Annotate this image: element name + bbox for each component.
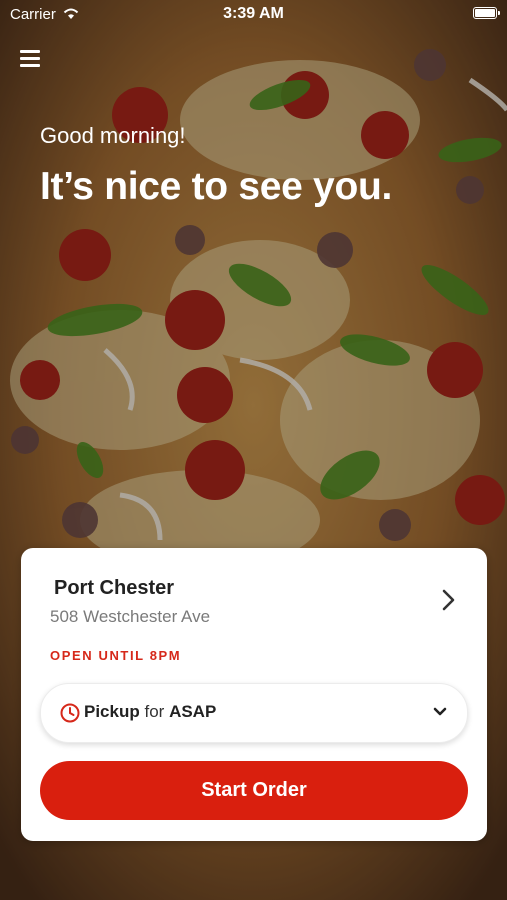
- location-card: Port Chester 508 Westchester Ave OPEN UN…: [21, 548, 487, 841]
- battery-icon: [473, 7, 500, 19]
- clock-icon: [60, 703, 80, 723]
- greeting-text: Good morning!: [40, 123, 186, 148]
- start-order-button[interactable]: Start Order: [40, 761, 468, 820]
- chevron-right-icon: [442, 589, 455, 611]
- pickup-time-selector[interactable]: Pickup for ASAP: [40, 683, 468, 743]
- hamburger-menu-icon[interactable]: [20, 49, 42, 67]
- chevron-down-icon: [433, 707, 447, 716]
- store-location-row[interactable]: Port Chester 508 Westchester Ave: [21, 548, 487, 638]
- store-hours-status: OPEN UNTIL 8PM: [50, 648, 182, 663]
- pickup-method: Pickup: [84, 702, 140, 721]
- pickup-summary: Pickup for ASAP: [84, 702, 216, 722]
- welcome-headline: It’s nice to see you.: [40, 165, 393, 208]
- status-bar: Carrier 3:39 AM: [0, 0, 507, 28]
- store-address: 508 Westchester Ave: [50, 607, 211, 626]
- pickup-time: ASAP: [169, 702, 217, 721]
- status-time: 3:39 AM: [223, 5, 284, 22]
- pickup-connector: for: [144, 702, 165, 721]
- store-name: Port Chester: [54, 577, 175, 599]
